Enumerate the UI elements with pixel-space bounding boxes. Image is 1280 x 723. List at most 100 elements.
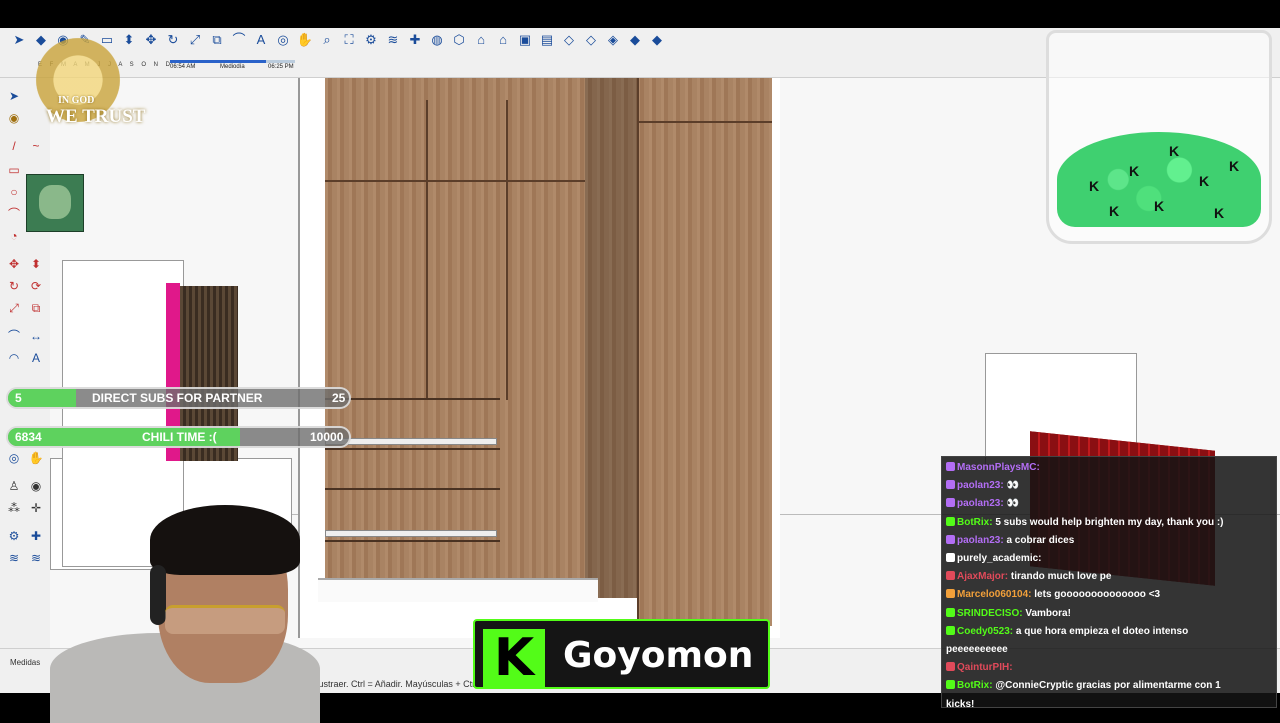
tape-measure-icon[interactable]: ⌒ — [230, 31, 248, 49]
move-icon[interactable]: ✥ — [6, 256, 22, 272]
tape-icon[interactable]: ⌒ — [6, 328, 22, 344]
shadow-time-slider[interactable] — [170, 60, 295, 63]
chili-goal-bar: 6834 CHILI TIME :( 10000 — [6, 426, 351, 448]
drawer[interactable] — [325, 398, 500, 428]
top-view-icon[interactable]: ⌂ — [472, 31, 490, 49]
chat-badge-icon — [946, 607, 955, 617]
paint-bucket-icon[interactable]: ◉ — [6, 110, 22, 126]
chat-username[interactable]: MasonnPlaysMC: — [957, 462, 1040, 473]
warehouse-icon[interactable]: ⚙ — [362, 31, 380, 49]
chat-text: @ConnieCryptic gracias por alimentarme c… — [992, 680, 1221, 692]
footprints-icon[interactable]: ⁂ — [6, 500, 22, 516]
chat-message: MasonnPlaysMC: — [946, 459, 1272, 477]
offset-icon[interactable]: ⧉ — [28, 300, 44, 316]
layers-icon[interactable]: ≋ — [384, 31, 402, 49]
chat-username[interactable]: AjaxMajor: — [957, 571, 1008, 582]
walk-icon[interactable]: ♙ — [6, 478, 22, 494]
line-icon[interactable]: / — [6, 138, 22, 154]
chili-goal-target: 10000 — [310, 430, 344, 444]
hidden-line-icon[interactable]: ◈ — [604, 31, 622, 49]
front-view-icon[interactable]: ⌂ — [494, 31, 512, 49]
look-around-icon[interactable]: ◉ — [28, 478, 44, 494]
drawer-handle — [325, 530, 497, 537]
chat-username[interactable]: Marcelo060104: — [957, 589, 1032, 600]
chat-message: paolan23: 👀 — [946, 495, 1272, 513]
arc-icon[interactable]: ⌒ — [6, 206, 22, 222]
glasses — [165, 605, 285, 634]
chat-message: Coedy0523: a que hora empieza el doteo i… — [946, 623, 1272, 641]
chili-goal-label: CHILI TIME :( — [142, 430, 217, 444]
scale-tool-icon[interactable]: ⤢ — [186, 31, 204, 49]
chat-badge-icon — [946, 534, 955, 544]
chat-badge-icon — [946, 571, 955, 581]
text-tool-icon[interactable]: A — [252, 31, 270, 49]
freehand-icon[interactable]: ~ — [28, 138, 44, 154]
pie-icon[interactable]: ◔ — [6, 228, 22, 244]
zoom-extents-icon[interactable]: ⛶ — [340, 31, 358, 49]
orbit-icon[interactable]: ◎ — [6, 450, 22, 466]
cabinet-door-wood[interactable] — [637, 78, 772, 626]
time-start-label: 06:54 AM — [170, 64, 196, 70]
chat-text: 👀 — [1003, 498, 1019, 510]
offset-tool-icon[interactable]: ⧉ — [208, 31, 226, 49]
chat-username[interactable]: paolan23: — [957, 535, 1004, 546]
protractor-icon[interactable]: ◠ — [6, 350, 22, 366]
panel-seam — [325, 180, 585, 182]
rotate-icon[interactable]: ↻ — [6, 278, 22, 294]
text-icon[interactable]: A — [28, 350, 44, 366]
chat-username[interactable]: SRINDECISO: — [957, 608, 1023, 619]
outliner-left-icon[interactable]: ≋ — [28, 550, 44, 566]
chat-message: BotRix: @ConnieCryptic gracias por alime… — [946, 677, 1272, 695]
shaded-icon[interactable]: ◆ — [626, 31, 644, 49]
right-view-icon[interactable]: ▣ — [516, 31, 534, 49]
chat-username[interactable]: BotRix: — [957, 517, 993, 528]
emblem-text-bottom: WE TRUST — [46, 106, 146, 127]
chat-username[interactable]: QainturPIH: — [957, 662, 1013, 673]
chat-message: BotRix: 5 subs would help brighten my da… — [946, 514, 1272, 532]
chat-message: paolan23: a cobrar dices — [946, 532, 1272, 550]
drawer[interactable] — [325, 488, 500, 518]
zoom-tool-icon[interactable]: ⌕ — [318, 31, 336, 49]
dimension-icon[interactable]: ↔ — [28, 328, 44, 344]
xray-icon[interactable]: ◇ — [560, 31, 578, 49]
chat-username[interactable]: paolan23: — [957, 480, 1004, 491]
circle-icon[interactable]: ○ — [6, 184, 22, 200]
chat-text: 5 subs would help brighten my day, thank… — [992, 516, 1224, 528]
section-plane-icon[interactable]: ✛ — [28, 500, 44, 516]
pan-tool-icon[interactable]: ✋ — [296, 31, 314, 49]
select-icon[interactable]: ➤ — [6, 88, 22, 104]
warehouse-left-icon[interactable]: ⚙ — [6, 528, 22, 544]
chat-badge-icon — [946, 662, 955, 672]
drawer[interactable] — [325, 540, 500, 570]
scale-icon[interactable]: ⤢ — [6, 300, 22, 316]
chat-username[interactable]: Coedy0523: — [957, 626, 1013, 637]
back-view-icon[interactable]: ▤ — [538, 31, 556, 49]
iso-view-icon[interactable]: ⬡ — [450, 31, 468, 49]
window-top-bar — [0, 0, 1280, 28]
wireframe-icon[interactable]: ◇ — [582, 31, 600, 49]
select-tool-icon[interactable]: ➤ — [10, 31, 28, 49]
extension-icon[interactable]: ✚ — [406, 31, 424, 49]
cabinet-side-wood[interactable] — [585, 78, 640, 598]
textured-icon[interactable]: ◆ — [648, 31, 666, 49]
push-pull-icon[interactable]: ⬍ — [120, 31, 138, 49]
extensions-left-icon[interactable]: ✚ — [28, 528, 44, 544]
layers-left-icon[interactable]: ≋ — [6, 550, 22, 566]
chat-username[interactable]: BotRix: — [957, 680, 993, 691]
move-tool-icon[interactable]: ✥ — [142, 31, 160, 49]
chat-badge-icon — [946, 462, 955, 471]
rectangle-icon[interactable]: ▭ — [6, 162, 22, 178]
styles-icon[interactable]: ◍ — [428, 31, 446, 49]
subs-goal-target: 25 — [332, 391, 346, 405]
push-pull-icon-left[interactable]: ⬍ — [28, 256, 44, 272]
rotate-tool-icon[interactable]: ↻ — [164, 31, 182, 49]
chat-badge-icon — [946, 553, 955, 563]
orbit-tool-icon[interactable]: ◎ — [274, 31, 292, 49]
chat-badge-icon — [946, 498, 955, 508]
chat-username[interactable]: purely_academic: — [957, 553, 1042, 564]
pan-icon[interactable]: ✋ — [28, 450, 44, 466]
chat-username[interactable]: paolan23: — [957, 498, 1004, 509]
chat-badge-icon — [946, 680, 955, 690]
drawer[interactable] — [325, 448, 500, 478]
follow-me-icon[interactable]: ⟳ — [28, 278, 44, 294]
